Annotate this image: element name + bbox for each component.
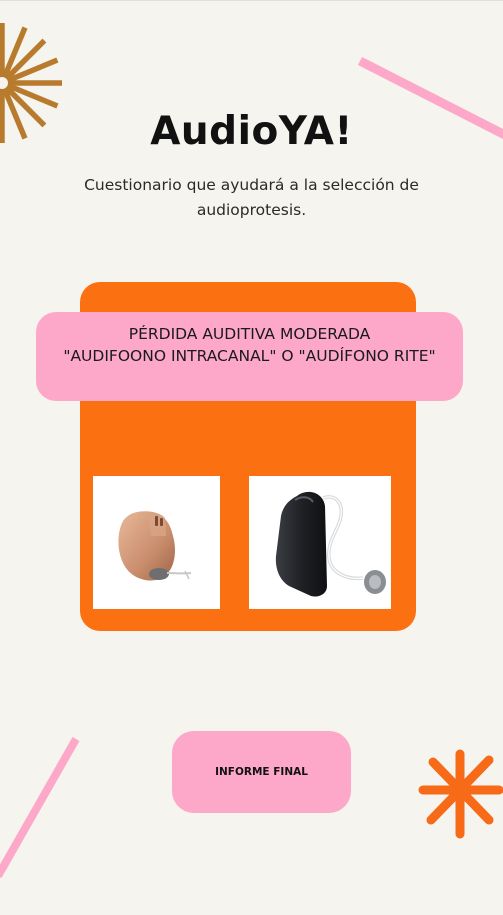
pink-line-decoration [0, 737, 80, 878]
final-report-button[interactable]: INFORME FINAL [172, 731, 351, 813]
app-subtitle: Cuestionario que ayudará a la selección … [84, 176, 419, 219]
orange-star-decoration [418, 749, 503, 839]
result-banner: PÉRDIDA AUDITIVA MODERADA "AUDIFOONO INT… [36, 312, 463, 401]
hearing-aid-rite-image [249, 476, 391, 609]
result-diagnosis: PÉRDIDA AUDITIVA MODERADA [128, 325, 371, 343]
app-title: AudioYA! [150, 109, 353, 154]
hearing-aid-intracanal-image [93, 476, 220, 609]
result-recommendation: "AUDIFOONO INTRACANAL" O "AUDÍFONO RITE" [63, 347, 436, 365]
app-screen: AudioYA! Cuestionario que ayudará a la s… [0, 0, 503, 915]
